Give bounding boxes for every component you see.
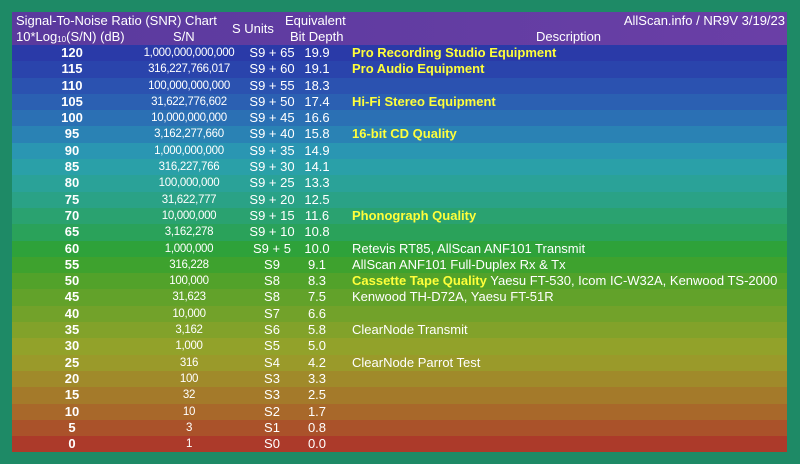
db-value: 60 (64, 240, 80, 256)
db-value: 110 (61, 77, 83, 93)
description-cell: Retevis RT85, AllScan ANF101 Transmit (352, 241, 585, 257)
db-value: 65 (64, 224, 80, 240)
table-row: 105 31,622,776,602 S9 + 50 17.4 Hi-Fi Stereo… (12, 93, 787, 111)
table-row: 35 3,162 S6 5.8 ClearNode Transmit (12, 322, 787, 339)
db-value: 50 (64, 273, 80, 289)
table-row: 65 3,162,278 S9 + 10 10.8 (12, 224, 787, 241)
bit-depth-value: 6.6 (307, 305, 327, 321)
bit-depth-value: 18.3 (304, 77, 330, 93)
db-value: 45 (64, 289, 80, 305)
sn-column-header: S/N (173, 29, 195, 44)
bit-depth-value: 14.1 (304, 159, 330, 175)
description-text: AllScan ANF101 Full-Duplex Rx & Tx (352, 256, 566, 272)
description-highlight: Cassette Tape Quality (352, 273, 487, 289)
db-value: 75 (64, 191, 80, 207)
bit-depth-value: 16.6 (304, 110, 330, 126)
bit-depth-value: 14.9 (304, 142, 330, 158)
description-cell: Kenwood TH-D72A, Yaesu FT-51R (352, 289, 554, 305)
description-cell: Phonograph Quality (352, 208, 476, 224)
chart-rows: 120 1,000,000,000,000 S9 + 65 19.9 Pro Recor… (12, 45, 787, 452)
table-row: 90 1,000,000,000 S9 + 35 14.9 (12, 142, 787, 160)
description-highlight: Phonograph Quality (352, 207, 477, 223)
table-row: 50 100,000 S8 8.3 Cassette Tape Quality Yaes… (12, 273, 787, 290)
db-value: 40 (64, 305, 80, 321)
table-row: 30 1,000 S5 5.0 (12, 338, 787, 355)
bit-depth-value: 2.5 (307, 387, 327, 403)
db-value: 85 (64, 159, 80, 175)
bit-depth-value: 12.5 (304, 191, 330, 207)
bit-depth-value: 1.7 (307, 403, 327, 419)
bit-depth-value: 13.3 (304, 175, 330, 191)
db-value: 0 (68, 436, 76, 452)
description-cell: Pro Audio Equipment (352, 61, 484, 77)
table-row: 40 10,000 S7 6.6 (12, 305, 787, 323)
db-value: 105 (61, 93, 83, 109)
description-highlight: Hi-Fi Stereo Equipment (352, 93, 496, 109)
db-value: 100 (61, 110, 83, 126)
db-value: 25 (64, 354, 80, 370)
table-row: 75 31,622,777 S9 + 20 12.5 (12, 191, 787, 208)
table-row: 100 10,000,000,000 S9 + 45 16.6 (12, 110, 787, 127)
table-row: 5 3 S1 0.8 (12, 419, 787, 437)
db-value: 120 (61, 45, 83, 60)
bit-depth-value: 5.0 (307, 338, 327, 354)
table-row: 10 10 S2 1.7 (12, 403, 787, 420)
table-row: 70 10,000,000 S9 + 15 11.6 Phonograph Qualit… (12, 207, 787, 225)
s-units-column-header: S Units (232, 21, 274, 36)
db-value: 115 (61, 61, 83, 77)
db-value: 20 (64, 370, 80, 386)
table-row: 95 3,162,277,660 S9 + 40 15.8 16-bit CD Qual… (12, 126, 787, 143)
description-text: ClearNode Parrot Test (352, 354, 481, 370)
db-value: 30 (64, 338, 80, 354)
db-value: 35 (64, 322, 80, 338)
db-value: 15 (64, 387, 80, 403)
description-text: Yaesu FT-530, Icom IC-W32A, Kenwood TS-2… (486, 273, 778, 289)
table-row: 60 1,000,000 S9 + 5 10.0 Retevis RT85, AllSc… (12, 240, 787, 257)
chart-title: Signal-To-Noise Ratio (SNR) Chart (16, 13, 217, 28)
table-row: 0 1 S0 0.0 (12, 436, 787, 452)
bit-depth-value: 3.3 (307, 370, 327, 386)
bit-depth-column-header-line2: Bit Depth (290, 29, 344, 44)
table-row: 80 100,000,000 S9 + 25 13.3 (12, 175, 787, 192)
credit-text: AllScan.info / NR9V 3/19/23 (623, 13, 785, 28)
db-value: 80 (64, 175, 80, 191)
db-value: 70 (64, 207, 80, 223)
bit-depth-value: 10.8 (304, 224, 330, 240)
table-row: 120 1,000,000,000,000 S9 + 65 19.9 Pro Recor… (12, 45, 787, 62)
description-highlight: Pro Audio Equipment (352, 61, 485, 77)
description-cell: Hi-Fi Stereo Equipment (352, 94, 496, 110)
table-row: 20 100 S3 3.3 (12, 370, 787, 388)
table-row: 85 316,227,766 S9 + 30 14.1 (12, 159, 787, 176)
description-text: Kenwood TH-D72A, Yaesu FT-51R (352, 289, 554, 305)
table-row: 110 100,000,000,000 S9 + 55 18.3 (12, 77, 787, 94)
table-row: 115 316,227,766,017 S9 + 60 19.1 Pro Audio E… (12, 61, 787, 78)
bit-depth-value: 0.8 (307, 419, 327, 435)
snr-chart: Signal-To-Noise Ratio (SNR) Chart 10*Log… (12, 12, 787, 452)
description-cell: Pro Recording Studio Equipment (352, 45, 556, 61)
description-cell: AllScan ANF101 Full-Duplex Rx & Tx (352, 257, 566, 273)
table-row: 25 316 S4 4.2 ClearNode Parrot Test (12, 354, 787, 371)
table-row: 15 32 S3 2.5 (12, 387, 787, 404)
bit-depth-column-header-line1: Equivalent (285, 13, 346, 28)
description-text: ClearNode Transmit (352, 322, 468, 338)
description-text: Retevis RT85, AllScan ANF101 Transmit (352, 240, 586, 256)
db-value: 10 (64, 403, 80, 419)
description-cell: ClearNode Parrot Test (352, 355, 480, 371)
chart-header: Signal-To-Noise Ratio (SNR) Chart 10*Log… (12, 12, 787, 45)
db-value: 55 (64, 256, 80, 272)
description-column-header: Description (536, 29, 602, 44)
description-cell: ClearNode Transmit (352, 322, 468, 338)
db-value: 5 (68, 419, 76, 435)
db-value: 90 (64, 142, 80, 158)
bit-depth-value: 0.0 (307, 436, 327, 452)
table-row: 45 31,623 S8 7.5 Kenwood TH-D72A, Yaesu FT-5… (12, 289, 787, 306)
description-highlight: 16-bit CD Quality (352, 126, 457, 142)
description-highlight: Pro Recording Studio Equipment (352, 45, 557, 60)
description-cell: 16-bit CD Quality (352, 126, 457, 142)
description-cell: Cassette Tape Quality Yaesu FT-530, Icom… (352, 273, 777, 289)
table-row: 55 316,228 S9 9.1 AllScan ANF101 Full-Duplex… (12, 256, 787, 274)
db-value: 95 (64, 126, 80, 142)
